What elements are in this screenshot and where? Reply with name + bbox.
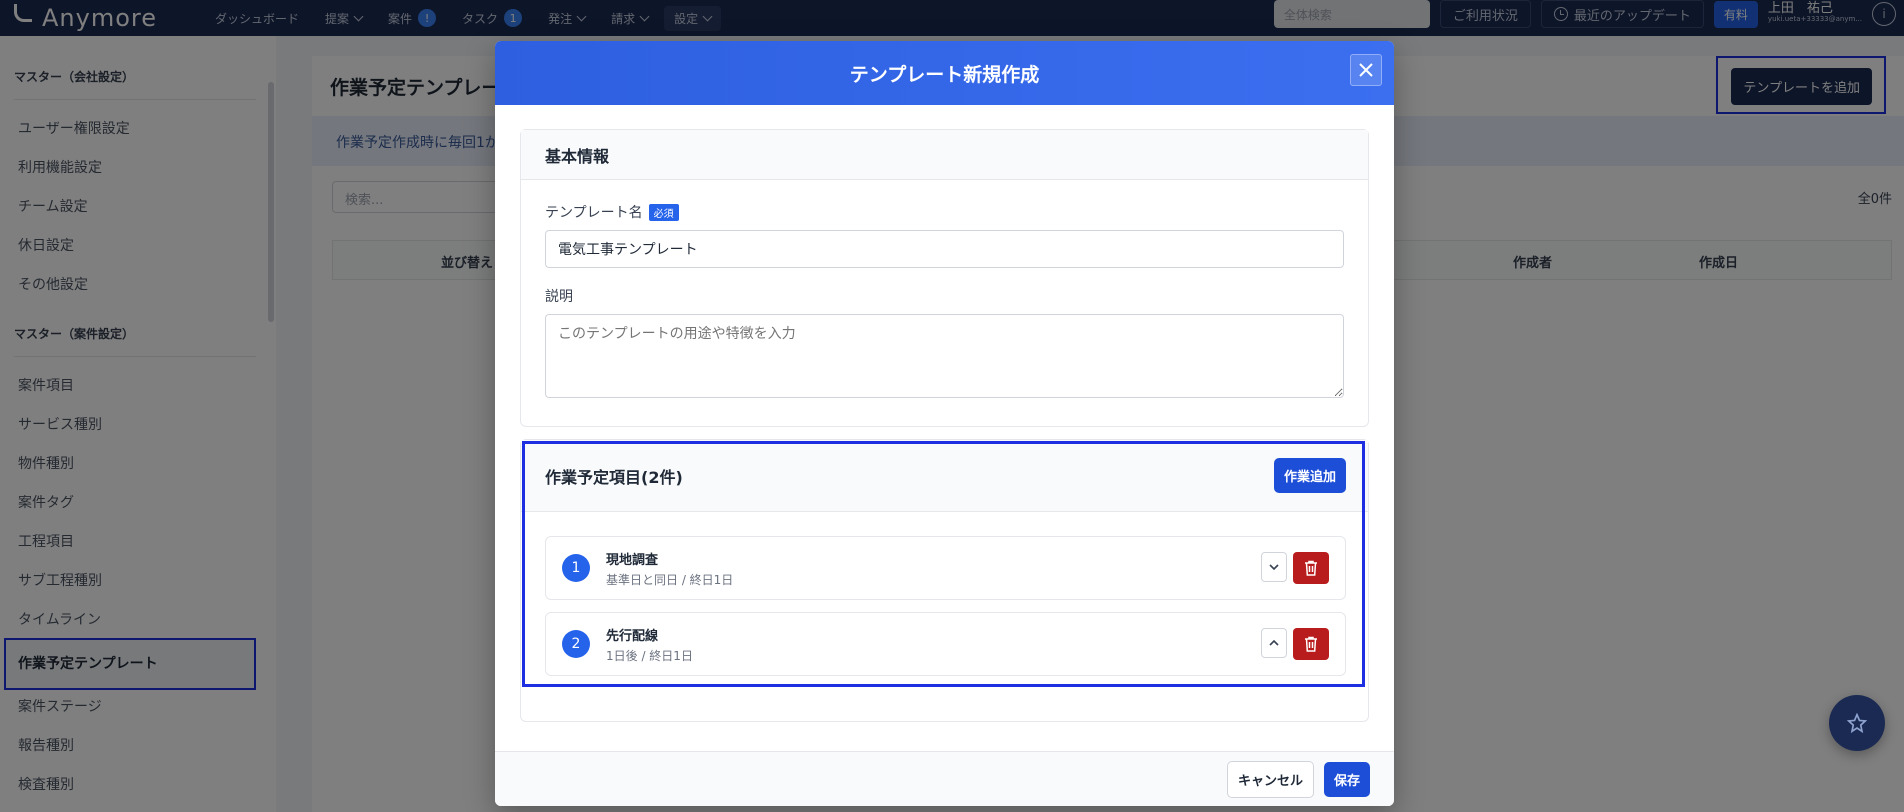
- work-items-card: 作業予定項目(2件) 作業追加 1 現地調査 基準日と同日 / 終日1日 2 先…: [520, 439, 1369, 722]
- save-button[interactable]: 保存: [1323, 761, 1370, 797]
- work-items-header: 作業予定項目(2件) 作業追加: [521, 440, 1368, 512]
- work-item-text: 先行配線 1日後 / 終日1日: [606, 625, 1261, 664]
- description-label: 説明: [545, 286, 1344, 306]
- work-item-name: 現地調査: [606, 552, 659, 568]
- template-create-modal: テンプレート新規作成 基本情報 テンプレート名 必須 説明: [495, 41, 1394, 806]
- modal-body: 基本情報 テンプレート名 必須 説明 作業予定項目(2件) 作業追加: [495, 105, 1394, 751]
- template-name-label: テンプレート名 必須: [545, 202, 1344, 222]
- work-item-actions: [1261, 628, 1329, 660]
- trash-icon: [1305, 636, 1317, 652]
- chevron-up-icon: [1269, 639, 1279, 646]
- cancel-button[interactable]: キャンセル: [1226, 760, 1314, 798]
- basic-info-title: 基本情報: [521, 130, 1368, 180]
- star-icon: [1847, 713, 1867, 733]
- template-name-label-text: テンプレート名: [545, 205, 643, 221]
- modal-title: テンプレート新規作成: [849, 63, 1040, 86]
- work-item-list: 1 現地調査 基準日と同日 / 終日1日 2 先行配線 1日後 / 終日1日: [521, 512, 1368, 676]
- work-item-number: 1: [562, 554, 590, 582]
- work-item-actions: [1261, 552, 1329, 584]
- favorite-button[interactable]: [1829, 695, 1885, 751]
- work-item-name: 先行配線: [606, 628, 659, 644]
- basic-info-body: テンプレート名 必須 説明: [521, 180, 1368, 426]
- required-badge: 必須: [648, 203, 679, 221]
- template-name-input[interactable]: [545, 230, 1344, 268]
- modal-header: テンプレート新規作成: [495, 41, 1394, 105]
- description-label-text: 説明: [545, 289, 573, 305]
- move-up-button[interactable]: [1261, 628, 1287, 658]
- work-item-detail: 1日後 / 終日1日: [606, 648, 693, 663]
- trash-icon: [1305, 560, 1317, 576]
- work-item-number: 2: [562, 630, 590, 658]
- delete-work-item-button[interactable]: [1293, 552, 1329, 584]
- modal-close-button[interactable]: [1350, 54, 1382, 86]
- work-item-detail: 基準日と同日 / 終日1日: [606, 572, 734, 587]
- basic-info-card: 基本情報 テンプレート名 必須 説明: [520, 129, 1369, 427]
- modal-footer: キャンセル 保存: [495, 751, 1394, 806]
- chevron-down-icon: [1269, 564, 1279, 571]
- move-down-button[interactable]: [1261, 552, 1287, 582]
- work-item[interactable]: 1 現地調査 基準日と同日 / 終日1日: [545, 536, 1346, 600]
- delete-work-item-button[interactable]: [1293, 628, 1329, 660]
- close-icon: [1359, 63, 1373, 77]
- add-work-item-button[interactable]: 作業追加: [1273, 458, 1346, 493]
- work-item[interactable]: 2 先行配線 1日後 / 終日1日: [545, 612, 1346, 676]
- work-item-text: 現地調査 基準日と同日 / 終日1日: [606, 549, 1261, 588]
- description-textarea[interactable]: [545, 314, 1344, 398]
- work-items-title: 作業予定項目(2件): [545, 467, 683, 487]
